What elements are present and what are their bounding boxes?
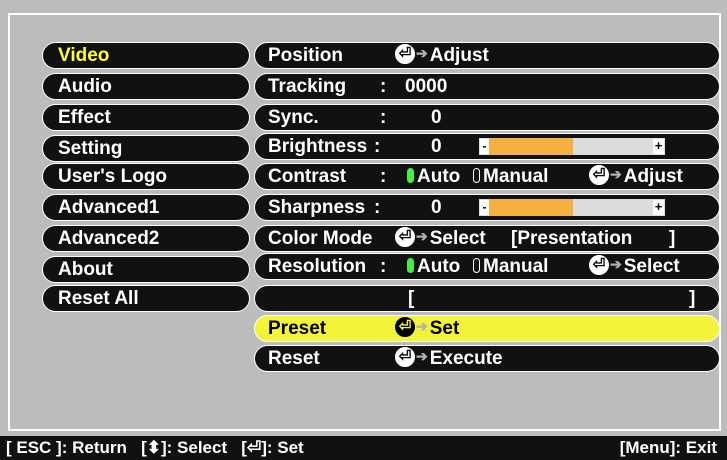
enter-button-icon: ⏎ xyxy=(589,254,609,275)
menu-exit-hint: [Menu]: Exit xyxy=(619,438,717,457)
row-label: Tracking xyxy=(268,76,347,97)
menu-item-about[interactable]: About xyxy=(42,256,250,283)
right-arrow-icon: ➔ xyxy=(416,348,428,365)
brightness-value: 0 xyxy=(431,136,442,157)
preset-action: ⏎ ➔ Set xyxy=(395,316,459,341)
up-down-arrow-icon: ⬍ xyxy=(146,438,161,457)
help-status-bar: [ ESC ]: Return [⬍]: Select [⏎]: Set [Me… xyxy=(0,436,727,460)
row-position[interactable]: Position ⏎ ➔ Adjust xyxy=(254,42,720,69)
sharpness-slider-fill xyxy=(489,199,573,216)
row-label: Reset xyxy=(268,348,320,369)
menu-item-label: User's Logo xyxy=(58,166,168,187)
row-color-mode[interactable]: Color Mode ⏎ ➔ Select [Presentation ] xyxy=(254,225,720,252)
row-sync[interactable]: Sync. : 0 xyxy=(254,104,720,131)
menu-item-reset-all[interactable]: Reset All xyxy=(42,285,250,312)
enter-button-icon: ⏎ xyxy=(589,164,609,185)
row-brightness[interactable]: Brightness : 0 - + xyxy=(254,133,720,160)
color-mode-value: [Presentation xyxy=(511,228,633,249)
row-sharpness[interactable]: Sharpness : 0 - + xyxy=(254,194,720,221)
sharpness-slider[interactable]: - + xyxy=(479,199,665,216)
row-resolution-value[interactable]: [ ] xyxy=(254,285,720,312)
menu-item-effect[interactable]: Effect xyxy=(42,104,250,131)
row-contrast[interactable]: Contrast : Auto Manual ⏎ ➔ Adjust xyxy=(254,163,720,190)
radio-unselected-icon xyxy=(473,257,480,273)
row-label: Brightness xyxy=(268,136,368,157)
row-reset[interactable]: Reset ⏎ ➔ Execute xyxy=(254,345,720,372)
row-tracking[interactable]: Tracking : 0000 xyxy=(254,73,720,100)
plus-icon: + xyxy=(653,199,664,215)
row-label: Sharpness xyxy=(268,197,366,218)
resolution-manual-option[interactable]: Manual xyxy=(473,254,548,279)
radio-selected-icon xyxy=(407,167,414,183)
row-colon: : xyxy=(380,107,387,128)
menu-item-label: Advanced2 xyxy=(58,228,160,249)
right-arrow-icon: ➔ xyxy=(416,228,428,245)
contrast-auto-option[interactable]: Auto xyxy=(407,164,460,189)
menu-item-label: Audio xyxy=(58,76,112,97)
sync-value: 0 xyxy=(431,107,442,128)
row-preset[interactable]: Preset ⏎ ➔ Set xyxy=(254,315,720,342)
row-label: Contrast xyxy=(268,166,347,187)
menu-item-label: Effect xyxy=(58,107,111,128)
status-help-text: [ ESC ]: Return [⬍]: Select [⏎]: Set xyxy=(6,436,304,460)
bracket-close: ] xyxy=(689,288,696,309)
plus-icon: + xyxy=(653,138,664,154)
enter-button-icon: ⏎ xyxy=(395,226,415,247)
contrast-action: ⏎ ➔ Adjust xyxy=(589,164,683,189)
resolution-auto-option[interactable]: Auto xyxy=(407,254,460,279)
enter-button-icon: ⏎ xyxy=(395,316,415,337)
row-label: Preset xyxy=(268,318,327,339)
right-arrow-icon: ➔ xyxy=(610,256,622,273)
menu-item-users-logo[interactable]: User's Logo xyxy=(42,163,250,190)
right-arrow-icon: ➔ xyxy=(416,45,428,62)
resolution-action: ⏎ ➔ Select xyxy=(589,254,680,279)
sharpness-value: 0 xyxy=(431,197,442,218)
position-action: ⏎ ➔ Adjust xyxy=(395,43,489,68)
set-hint: [⏎]: Set xyxy=(241,438,303,457)
minus-icon: - xyxy=(480,139,489,154)
menu-item-label: Setting xyxy=(58,138,123,159)
contrast-manual-option[interactable]: Manual xyxy=(473,164,548,189)
color-mode-bracket: ] xyxy=(669,228,676,249)
reset-action: ⏎ ➔ Execute xyxy=(395,346,503,371)
tracking-value: 0000 xyxy=(405,76,448,97)
row-label: Color Mode xyxy=(268,228,373,249)
enter-button-icon: ⏎ xyxy=(395,346,415,367)
row-label: Position xyxy=(268,45,343,66)
row-colon: : xyxy=(380,256,387,277)
menu-item-label: Video xyxy=(58,45,110,66)
row-colon: : xyxy=(380,166,387,187)
radio-unselected-icon xyxy=(473,167,480,183)
menu-item-label: Reset All xyxy=(58,288,139,309)
row-label: Resolution xyxy=(268,256,367,277)
minus-icon: - xyxy=(480,200,489,215)
menu-item-label: About xyxy=(58,259,113,280)
esc-return-hint: [ ESC ]: Return xyxy=(6,438,127,457)
menu-item-setting[interactable]: Setting xyxy=(42,135,250,162)
brightness-slider-fill xyxy=(489,138,573,155)
row-colon: : xyxy=(374,136,381,157)
enter-button-icon: ⏎ xyxy=(395,43,415,64)
menu-item-label: Advanced1 xyxy=(58,197,160,218)
right-arrow-icon: ➔ xyxy=(610,166,622,183)
row-label: Sync. xyxy=(268,107,319,128)
brightness-slider[interactable]: - + xyxy=(479,138,665,155)
enter-button-icon: ⏎ xyxy=(246,438,262,457)
row-colon: : xyxy=(380,76,387,97)
bracket-open: [ xyxy=(408,288,415,309)
menu-item-advanced2[interactable]: Advanced2 xyxy=(42,225,250,252)
right-arrow-icon: ➔ xyxy=(416,318,428,335)
radio-selected-icon xyxy=(407,257,414,273)
projector-menu-screen: Video Audio Effect Setting User's Logo A… xyxy=(0,0,727,460)
menu-item-audio[interactable]: Audio xyxy=(42,73,250,100)
menu-item-advanced1[interactable]: Advanced1 xyxy=(42,194,250,221)
row-resolution[interactable]: Resolution : Auto Manual ⏎ ➔ Select xyxy=(254,253,720,280)
menu-item-video[interactable]: Video xyxy=(42,42,250,69)
select-hint: [⬍]: Select xyxy=(141,438,227,457)
row-colon: : xyxy=(374,197,381,218)
color-mode-action: ⏎ ➔ Select xyxy=(395,226,486,251)
